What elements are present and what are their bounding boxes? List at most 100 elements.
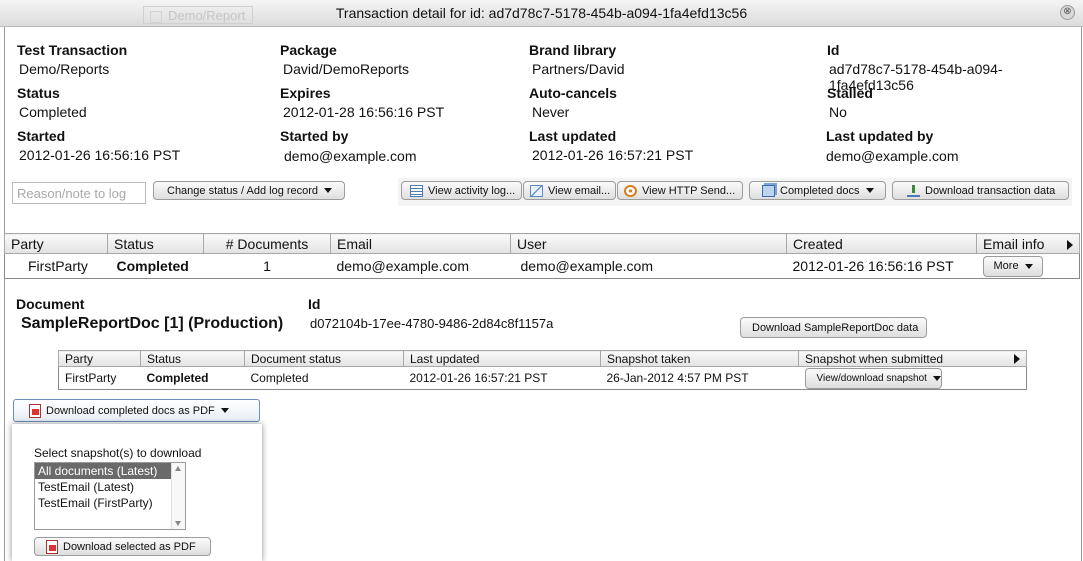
chevron-down-icon — [220, 408, 229, 413]
document-status-cell: Completed — [244, 366, 404, 390]
table-row: FirstParty Completed 1 demo@example.com … — [4, 253, 1080, 279]
party-cell: FirstParty — [4, 253, 108, 279]
document-label: Document — [16, 296, 85, 312]
document-id-value: d072104b-17ee-4780-9486-2d84c8f1157a — [310, 316, 554, 331]
window-titlebar: Demo/Report Transaction detail for id: a… — [0, 0, 1083, 27]
column-header-status[interactable]: Status — [140, 350, 245, 367]
document-name: SampleReportDoc [1] (Production) — [21, 315, 284, 332]
expires-value: 2012-01-28 16:56:16 PST — [283, 104, 445, 120]
column-header-document-status[interactable]: Document status — [244, 350, 404, 367]
download-transaction-data-label: Download transaction data — [925, 184, 1056, 197]
status-value: Completed — [19, 104, 87, 120]
snapshot-cell: View/download snapshot — [798, 366, 1027, 390]
test-transaction-label: Test Transaction — [17, 42, 128, 58]
parties-table-header: Party Status # Documents Email User Crea… — [4, 233, 1080, 254]
select-snapshot-label: Select snapshot(s) to download — [34, 446, 202, 460]
completed-docs-button[interactable]: Completed docs — [749, 181, 886, 200]
auto-cancels-label: Auto-cancels — [529, 85, 617, 101]
pdf-icon — [46, 539, 58, 554]
email-cell: demo@example.com — [330, 253, 511, 279]
email-info-label: Email info — [983, 235, 1045, 252]
test-transaction-value: Demo/Reports — [19, 61, 110, 77]
created-cell: 2012-01-26 16:56:16 PST — [786, 253, 977, 279]
change-status-button[interactable]: Change status / Add log record — [153, 181, 345, 200]
status-cell: Completed — [107, 253, 204, 279]
scroll-down-icon[interactable] — [175, 521, 181, 526]
column-header-email-info[interactable]: Email info — [976, 233, 1080, 254]
download-document-data-button[interactable]: Download SampleReportDoc data — [740, 317, 927, 338]
brand-library-label: Brand library — [529, 42, 617, 58]
completed-docs-label: Completed docs — [780, 184, 860, 197]
column-header-email[interactable]: Email — [330, 233, 511, 254]
listbox-option[interactable]: TestEmail (FirstParty) — [35, 495, 185, 511]
pdf-download-panel: Select snapshot(s) to download All docum… — [12, 424, 262, 561]
started-value: 2012-01-26 16:56:16 PST — [19, 147, 181, 163]
last-updated-by-label: Last updated by — [826, 128, 934, 144]
last-updated-by-value: demo@example.com — [826, 148, 959, 164]
view-activity-log-button[interactable]: View activity log... — [401, 181, 522, 200]
change-status-label: Change status / Add log record — [167, 184, 319, 197]
status-cell: Completed — [140, 366, 245, 390]
chevron-down-icon — [865, 188, 874, 193]
view-http-send-label: View HTTP Send... — [642, 184, 736, 197]
chevron-down-icon — [1024, 263, 1033, 269]
download-selected-pdf-label: Download selected as PDF — [63, 540, 196, 553]
documents-count-cell: 1 — [203, 253, 331, 279]
brand-library-value: Partners/David — [532, 61, 625, 77]
more-label: More — [993, 260, 1019, 272]
view-http-send-button[interactable]: View HTTP Send... — [617, 181, 743, 200]
column-header-snapshot-taken[interactable]: Snapshot taken — [600, 350, 799, 367]
column-header-snapshot-when-submitted[interactable]: Snapshot when submitted — [798, 350, 1027, 367]
scroll-up-icon[interactable] — [175, 466, 181, 471]
party-cell: FirstParty — [58, 366, 141, 390]
scroll-right-icon[interactable] — [1014, 353, 1020, 364]
download-transaction-data-button[interactable]: Download transaction data — [892, 181, 1069, 200]
column-header-party[interactable]: Party — [4, 233, 108, 254]
column-header-party[interactable]: Party — [58, 350, 141, 367]
email-icon — [530, 184, 543, 197]
listbox-option[interactable]: All documents (Latest) — [35, 463, 185, 479]
view-download-snapshot-label: View/download snapshot — [816, 372, 927, 384]
last-updated-value: 2012-01-26 16:57:21 PST — [532, 147, 694, 163]
email-info-cell: More — [976, 253, 1080, 279]
listbox-option[interactable]: TestEmail (Latest) — [35, 479, 185, 495]
stalled-value: No — [829, 104, 847, 120]
package-label: Package — [280, 42, 337, 58]
last-updated-label: Last updated — [529, 128, 617, 144]
view-email-label: View email... — [548, 184, 611, 197]
user-cell: demo@example.com — [510, 253, 787, 279]
auto-cancels-value: Never — [532, 104, 570, 120]
chevron-down-icon — [324, 188, 333, 193]
activity-log-icon — [410, 184, 423, 197]
view-download-snapshot-button[interactable]: View/download snapshot — [804, 367, 942, 389]
snapshot-listbox[interactable]: All documents (Latest) TestEmail (Latest… — [34, 462, 186, 530]
more-button[interactable]: More — [982, 255, 1043, 277]
package-value: David/DemoReports — [283, 61, 410, 77]
documents-icon — [762, 184, 775, 197]
column-header-user[interactable]: User — [510, 233, 787, 254]
download-completed-pdf-button[interactable]: Download completed docs as PDF — [13, 399, 260, 422]
listbox-scrollbar[interactable] — [171, 463, 185, 529]
scroll-right-icon[interactable] — [1067, 239, 1073, 250]
column-header-documents[interactable]: # Documents — [203, 233, 331, 254]
chevron-down-icon — [932, 375, 941, 381]
reason-note-input[interactable] — [12, 182, 146, 204]
last-updated-cell: 2012-01-26 16:57:21 PST — [403, 366, 601, 390]
column-header-last-updated[interactable]: Last updated — [403, 350, 601, 367]
download-document-data-label: Download SampleReportDoc data — [752, 321, 919, 334]
snapshot-taken-cell: 26-Jan-2012 4:57 PM PST — [600, 366, 799, 390]
started-by-label: Started by — [280, 128, 349, 144]
document-id-label: Id — [308, 296, 321, 312]
document-table-header: Party Status Document status Last update… — [58, 350, 1027, 367]
started-label: Started — [17, 128, 66, 144]
close-icon[interactable]: ⊗ — [1060, 5, 1075, 20]
started-by-value: demo@example.com — [284, 148, 417, 164]
parties-table: Party Status # Documents Email User Crea… — [4, 233, 1080, 279]
download-selected-pdf-button[interactable]: Download selected as PDF — [34, 537, 211, 556]
column-header-created[interactable]: Created — [786, 233, 977, 254]
column-header-status[interactable]: Status — [107, 233, 204, 254]
view-email-button[interactable]: View email... — [523, 181, 616, 200]
stalled-label: Stalled — [827, 85, 873, 101]
download-icon — [907, 184, 920, 197]
id-label: Id — [827, 42, 840, 58]
